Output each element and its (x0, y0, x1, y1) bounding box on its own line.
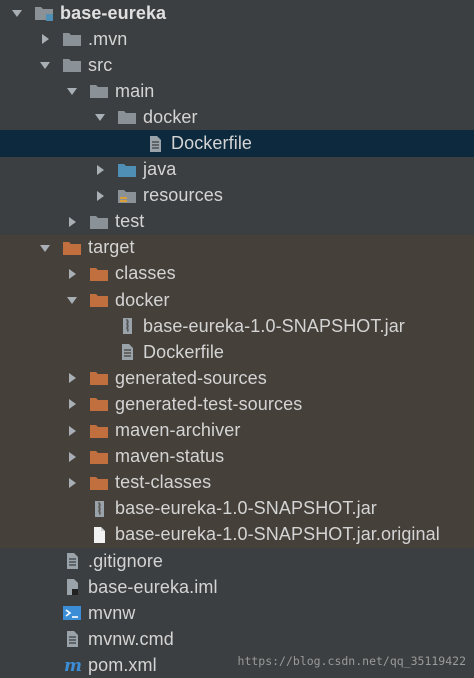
tree-row-maven-archiver[interactable]: maven-archiver (0, 417, 474, 444)
tree-label: mvnw (88, 602, 136, 623)
tree-row-dockerfile-target[interactable]: Dockerfile (0, 339, 474, 366)
tree-label: .mvn (88, 28, 128, 49)
chevron-right-icon[interactable] (65, 450, 79, 464)
text-file-icon (145, 135, 165, 153)
tree-row-jar-target[interactable]: base-eureka-1.0-SNAPSHOT.jar (0, 495, 474, 522)
folder-icon (62, 56, 82, 74)
tree-label: generated-test-sources (115, 393, 303, 414)
tree-row-maven-status[interactable]: maven-status (0, 443, 474, 470)
tree-label: docker (143, 106, 198, 127)
chevron-down-icon[interactable] (93, 110, 107, 124)
tree-row-mvnw[interactable]: mvnw (0, 600, 474, 626)
tree-label: base-eureka-1.0-SNAPSHOT.jar.original (115, 524, 440, 545)
tree-label: base-eureka-1.0-SNAPSHOT.jar (115, 498, 377, 519)
tree-label: base-eureka-1.0-SNAPSHOT.jar (143, 315, 405, 336)
chevron-right-icon[interactable] (65, 476, 79, 490)
text-file-icon (62, 630, 82, 648)
excluded-folder-icon (89, 422, 109, 440)
tree-label: test (115, 211, 145, 232)
excluded-folder-icon (89, 448, 109, 466)
chevron-right-icon[interactable] (65, 267, 79, 281)
excluded-folder-icon (62, 239, 82, 257)
project-tree: base-eureka .mvn src main docker Dockerf… (0, 0, 474, 678)
tree-row-java[interactable]: java (0, 157, 474, 183)
text-file-icon (117, 343, 137, 361)
folder-icon (62, 30, 82, 48)
watermark-url: https://blog.csdn.net/qq_35119422 (237, 654, 466, 668)
maven-icon: m (62, 656, 82, 674)
tree-label: .gitignore (88, 550, 164, 571)
tree-label: src (88, 54, 113, 75)
tree-label: target (88, 237, 135, 258)
tree-row-target[interactable]: target (0, 234, 474, 261)
tree-row-test[interactable]: test (0, 209, 474, 235)
tree-row-docker[interactable]: docker (0, 104, 474, 130)
chevron-down-icon[interactable] (38, 241, 52, 255)
tree-row-test-classes[interactable]: test-classes (0, 469, 474, 496)
tree-row-generated-test-sources[interactable]: generated-test-sources (0, 391, 474, 418)
source-folder-icon (117, 161, 137, 179)
chevron-right-icon[interactable] (65, 424, 79, 438)
tree-label: Dockerfile (171, 133, 253, 154)
resources-folder-icon (117, 187, 137, 205)
folder-icon (117, 108, 137, 126)
tree-row-mvn[interactable]: .mvn (0, 26, 474, 52)
tree-label: test-classes (115, 472, 212, 493)
tree-label: main (115, 80, 155, 101)
tree-row-mvnw-cmd[interactable]: mvnw.cmd (0, 626, 474, 652)
tree-row-dockerfile-selected[interactable]: Dockerfile (0, 130, 474, 157)
excluded-folder-icon (89, 395, 109, 413)
tree-label: docker (115, 289, 170, 310)
tree-label: base-eureka (60, 2, 167, 23)
archive-file-icon (89, 500, 109, 518)
tree-label: maven-archiver (115, 420, 241, 441)
tree-label: mvnw.cmd (88, 628, 174, 649)
chevron-down-icon[interactable] (38, 58, 52, 72)
chevron-down-icon[interactable] (65, 84, 79, 98)
module-file-icon (62, 578, 82, 596)
blank-file-icon (89, 526, 109, 544)
archive-file-icon (117, 317, 137, 335)
folder-icon (89, 82, 109, 100)
text-file-icon (62, 552, 82, 570)
chevron-right-icon[interactable] (93, 189, 107, 203)
tree-label: pom.xml (88, 654, 157, 675)
tree-row-gitignore[interactable]: .gitignore (0, 548, 474, 574)
folder-icon (89, 213, 109, 231)
chevron-right-icon[interactable] (38, 32, 52, 46)
excluded-folder-icon (89, 474, 109, 492)
excluded-folder-icon (89, 291, 109, 309)
excluded-folder-icon (89, 265, 109, 283)
tree-label: generated-sources (115, 367, 267, 388)
tree-row-jar-original[interactable]: base-eureka-1.0-SNAPSHOT.jar.original (0, 521, 474, 548)
tree-label: resources (143, 185, 223, 206)
tree-row-main[interactable]: main (0, 78, 474, 104)
excluded-folder-icon (89, 369, 109, 387)
chevron-right-icon[interactable] (65, 397, 79, 411)
tree-label: maven-status (115, 446, 225, 467)
tree-row-generated-sources[interactable]: generated-sources (0, 365, 474, 392)
tree-row-resources[interactable]: resources (0, 183, 474, 209)
tree-row-iml[interactable]: base-eureka.iml (0, 574, 474, 600)
tree-row-docker-target[interactable]: docker (0, 287, 474, 314)
tree-label: java (143, 159, 177, 180)
tree-row-classes[interactable]: classes (0, 260, 474, 288)
shell-script-icon (62, 604, 82, 622)
module-folder-icon (34, 4, 54, 22)
tree-label: base-eureka.iml (88, 576, 218, 597)
chevron-right-icon[interactable] (93, 163, 107, 177)
chevron-right-icon[interactable] (65, 371, 79, 385)
tree-label: classes (115, 263, 176, 284)
tree-row-jar-docker[interactable]: base-eureka-1.0-SNAPSHOT.jar (0, 313, 474, 340)
chevron-right-icon[interactable] (65, 215, 79, 229)
chevron-down-icon[interactable] (65, 293, 79, 307)
tree-label: Dockerfile (143, 341, 225, 362)
tree-row-base-eureka[interactable]: base-eureka (0, 0, 474, 26)
chevron-down-icon[interactable] (10, 6, 24, 20)
tree-row-src[interactable]: src (0, 52, 474, 78)
svg-text:m: m (64, 656, 82, 674)
